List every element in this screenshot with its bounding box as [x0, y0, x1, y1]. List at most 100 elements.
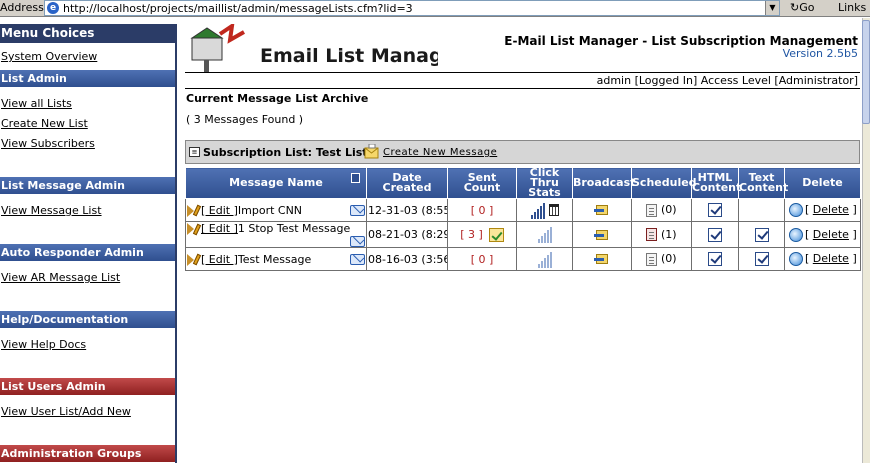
- scrollbar-thumb[interactable]: [862, 20, 870, 124]
- checkbox-checked-icon[interactable]: [708, 252, 722, 266]
- scheduled-count: (1): [660, 227, 677, 241]
- column-header-text-content: Text Content: [738, 167, 788, 199]
- sent-count-cell: [ 0 ]: [447, 247, 517, 271]
- column-header-message-name: Message Name: [185, 167, 367, 199]
- sidebar-heading-help-docs: Help/Documentation: [0, 311, 175, 328]
- broadcast-cell: [572, 198, 632, 222]
- delete-icon[interactable]: [789, 227, 803, 242]
- delete-cell: [ Delete ]: [784, 247, 861, 271]
- clipboard-icon[interactable]: [646, 228, 658, 242]
- delete-link[interactable]: Delete: [813, 228, 849, 241]
- url-text: http://localhost/projects/maillist/admin…: [63, 2, 413, 15]
- clipboard-icon[interactable]: [646, 203, 658, 217]
- click-thru-cell: [516, 247, 573, 271]
- sidebar-title: Menu Choices: [0, 24, 175, 43]
- envelope-icon[interactable]: [350, 236, 365, 247]
- user-status: admin [Logged In] Access Level [Administ…: [596, 74, 858, 87]
- sent-count-cell: [ 3 ]: [447, 221, 517, 248]
- sidebar-heading-list-users-admin: List Users Admin: [0, 378, 175, 395]
- links-button[interactable]: Links: [838, 1, 866, 14]
- sent-check-icon[interactable]: [488, 227, 504, 242]
- sidebar-link-view-ar-message-list[interactable]: View AR Message List: [1, 271, 120, 284]
- sidebar: Menu Choices System Overview List Admin …: [0, 24, 177, 463]
- pencil-icon[interactable]: [192, 204, 202, 217]
- html-content-cell: [691, 247, 739, 271]
- date-created: 12-31-03 (8:55): [366, 198, 448, 222]
- logo-text: Email List Manager 2: [260, 45, 438, 67]
- text-content-cell: [738, 247, 785, 271]
- sidebar-link-view-message-list[interactable]: View Message List: [1, 204, 102, 217]
- sidebar-heading-auto-responder-admin: Auto Responder Admin: [0, 244, 175, 261]
- new-message-icon[interactable]: [364, 144, 379, 159]
- checkbox-checked-icon[interactable]: [754, 252, 769, 266]
- table-header-row: Message Name Date Created Sent Count Cli…: [185, 167, 861, 199]
- edit-link[interactable]: [ Edit ]: [201, 223, 238, 236]
- column-header-click-thru-stats: Click Thru Stats: [516, 167, 573, 199]
- delete-icon[interactable]: [789, 203, 803, 217]
- date-created: 08-21-03 (8:29): [366, 221, 448, 248]
- column-label: Message Name: [229, 176, 323, 189]
- app-version: Version 2.5b5: [782, 47, 858, 60]
- subscription-list-bar: ≡ Subscription List: Test List 2 Create …: [185, 140, 860, 164]
- table-row: [ Edit ]1 Stop Test Message 08-21-03 (8:…: [185, 221, 861, 248]
- sidebar-link-create-new-list[interactable]: Create New List: [1, 117, 88, 130]
- broadcast-cell: [572, 247, 632, 271]
- chevron-down-icon[interactable]: ▼: [765, 1, 779, 15]
- broadcast-icon[interactable]: [594, 228, 610, 242]
- pencil-icon[interactable]: [192, 223, 202, 235]
- envelope-icon[interactable]: [350, 253, 365, 265]
- column-header-sent-count: Sent Count: [447, 167, 517, 199]
- sent-count: [ 3 ]: [460, 227, 483, 241]
- scheduled-count: (0): [660, 252, 677, 266]
- bar-chart-icon[interactable]: [537, 226, 552, 243]
- copy-icon: [351, 173, 360, 183]
- bar-chart-icon[interactable]: [530, 202, 545, 219]
- html-content-cell: [691, 198, 739, 222]
- clipboard-icon[interactable]: [646, 252, 658, 266]
- pencil-icon[interactable]: [192, 253, 202, 266]
- go-button[interactable]: ↻Go: [790, 0, 830, 16]
- sidebar-link-view-help-docs[interactable]: View Help Docs: [1, 338, 86, 351]
- message-name: 1 Stop Test Message: [237, 222, 351, 236]
- text-content-cell: [738, 198, 785, 222]
- column-header-scheduled: Scheduled: [631, 167, 697, 199]
- app-logo: Email List Manager 2: [190, 24, 438, 72]
- sidebar-link-system-overview[interactable]: System Overview: [1, 50, 97, 63]
- go-label: Go: [799, 1, 815, 14]
- broadcast-icon[interactable]: [594, 203, 610, 217]
- app-title: E-Mail List Manager - List Subscription …: [504, 34, 858, 48]
- scheduled-cell: (0): [631, 247, 692, 271]
- page-title: Current Message List Archive: [186, 92, 369, 105]
- delete-link[interactable]: Delete: [813, 203, 849, 216]
- checkbox-checked-icon[interactable]: [708, 203, 722, 217]
- checkbox-checked-icon[interactable]: [754, 227, 769, 242]
- edit-link[interactable]: [ Edit ]: [201, 204, 238, 217]
- header-divider: [185, 88, 860, 89]
- bar-chart-icon[interactable]: [537, 251, 552, 268]
- sidebar-link-view-user-list[interactable]: View User List/Add New: [1, 405, 131, 418]
- checkbox-checked-icon[interactable]: [708, 227, 722, 242]
- table-row: [ Edit ]Import CNN 12-31-03 (8:55) [ 0 ]…: [185, 198, 861, 222]
- column-header-html-content: HTML Content: [691, 167, 741, 199]
- envelope-icon[interactable]: [350, 204, 365, 216]
- delete-cell: [ Delete ]: [784, 198, 861, 222]
- click-thru-cell: [516, 198, 573, 222]
- address-label: Address: [0, 1, 44, 14]
- sidebar-link-view-all-lists[interactable]: View all Lists: [1, 97, 72, 110]
- click-thru-cell: [516, 221, 573, 248]
- message-table: Message Name Date Created Sent Count Cli…: [185, 167, 861, 271]
- sent-count: [ 0 ]: [470, 252, 494, 266]
- delete-icon[interactable]: [789, 252, 803, 266]
- message-name-cell: [ Edit ]1 Stop Test Message: [185, 221, 367, 248]
- edit-link[interactable]: [ Edit ]: [201, 253, 238, 266]
- sidebar-heading-administration-groups: Administration Groups: [0, 445, 175, 462]
- sidebar-link-view-subscribers[interactable]: View Subscribers: [1, 137, 95, 150]
- messages-found-count: ( 3 Messages Found ): [186, 113, 304, 126]
- delete-link[interactable]: Delete: [813, 252, 849, 265]
- subscription-list-label: Subscription List: Test List 2: [203, 146, 380, 159]
- trash-icon[interactable]: [548, 204, 559, 216]
- url-input[interactable]: e http://localhost/projects/maillist/adm…: [44, 0, 780, 16]
- broadcast-icon[interactable]: [594, 252, 610, 266]
- scheduled-cell: (1): [631, 221, 692, 248]
- create-new-message-link[interactable]: Create New Message: [383, 147, 497, 158]
